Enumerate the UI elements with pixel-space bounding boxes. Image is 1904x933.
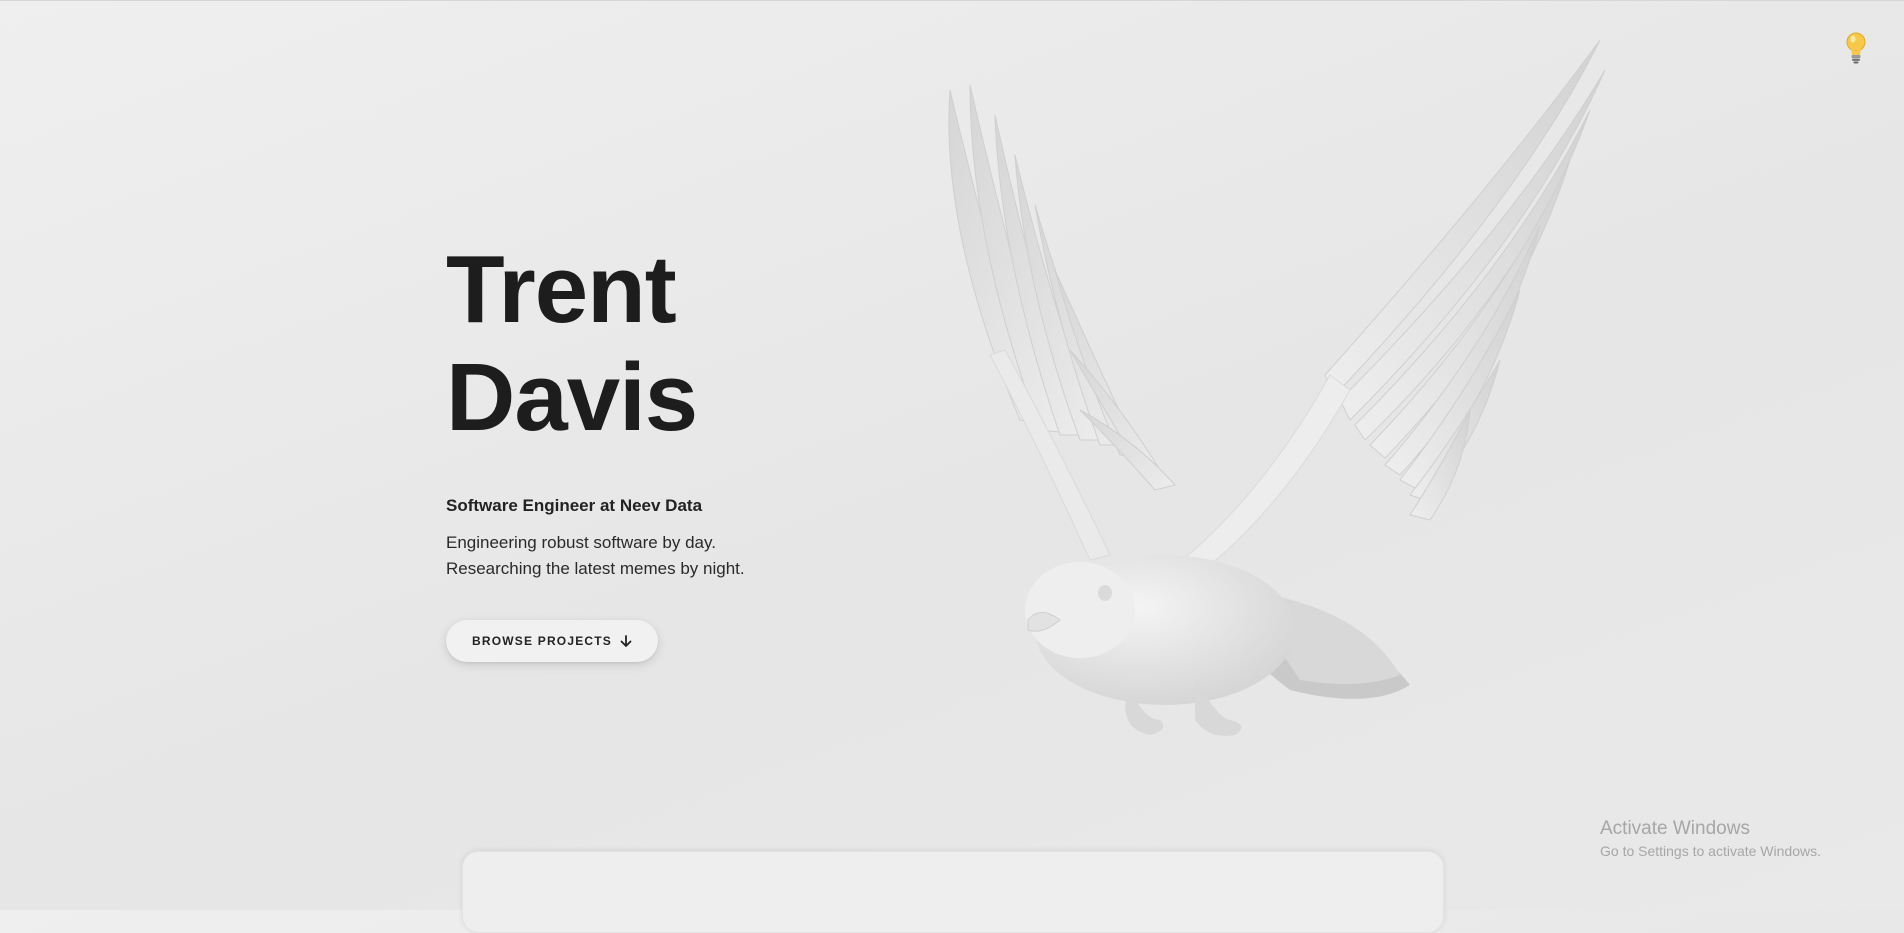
browse-projects-button[interactable]: BROWSE PROJECTS [446,620,659,662]
bird-3d-illustration [948,39,1606,736]
theme-toggle-button[interactable] [1838,28,1874,68]
activate-windows-watermark: Activate Windows Go to Settings to activ… [1600,818,1821,859]
hero-section: Trent Davis Software Engineer at Neev Da… [446,236,966,662]
browse-projects-label: BROWSE PROJECTS [472,634,613,648]
top-border [0,0,1904,1]
watermark-subtitle: Go to Settings to activate Windows. [1600,843,1821,859]
hero-tagline-line1: Engineering robust software by day. [446,533,716,552]
projects-card [462,851,1444,933]
hero-first-name: Trent [446,236,677,343]
lightbulb-icon [1846,32,1866,64]
arrow-down-icon [620,634,632,647]
hero-tagline: Engineering robust software by day. Rese… [446,530,966,582]
hero-tagline-line2: Researching the latest memes by night. [446,559,745,578]
hero-last-name: Davis [446,344,698,451]
hero-role: Software Engineer at Neev Data [446,496,703,515]
hero-name: Trent Davis [446,236,966,452]
watermark-title: Activate Windows [1600,818,1750,839]
